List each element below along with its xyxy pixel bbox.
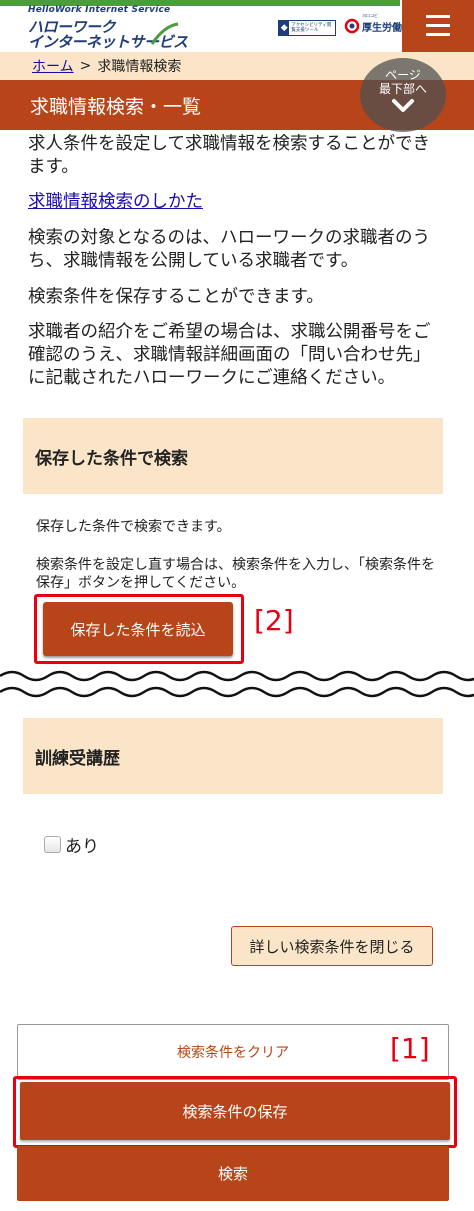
annotation-label-2: [2]: [254, 604, 294, 637]
intro-save-text: 検索条件を保存することができます。: [28, 287, 324, 307]
chevron-down-icon: [392, 99, 414, 112]
breadcrumb-separator: >: [79, 58, 92, 74]
intro-target-text: 検索の対象となるのは、ハローワークの求職者のうち、求職情報を公開している求職者で…: [28, 228, 430, 271]
annotation-label-1: [1]: [390, 1032, 430, 1065]
saved-search-note: 検索条件を設定し直す場合は、検索条件を入力し、「検索条件を保存」ボタンを押してく…: [36, 557, 435, 591]
breadcrumb-current: 求職情報検索: [97, 59, 182, 75]
hamburger-line: [426, 24, 450, 27]
hamburger-menu-button[interactable]: [402, 0, 474, 52]
training-checkbox[interactable]: [44, 836, 61, 853]
clear-conditions-button[interactable]: 検索条件をクリア: [17, 1024, 449, 1080]
ministry-sub: ヨロコビ: [362, 13, 378, 18]
breadcrumb-home-link[interactable]: ホーム: [32, 56, 74, 76]
site-header: HelloWork Internet Service ハローワーク インターネッ…: [0, 0, 474, 52]
jump-label-2: 最下部へ: [378, 82, 427, 96]
hamburger-line: [426, 33, 450, 36]
logo-swoosh-icon: [150, 22, 179, 45]
speaker-icon: ◆: [279, 21, 290, 35]
hamburger-menu-icon: [426, 15, 450, 18]
accessibility-tool-button[interactable]: ◆ アクセシビリティ閲覧支援ツール: [278, 20, 336, 36]
close-detailed-conditions-button[interactable]: 詳しい検索条件を閉じる: [231, 926, 433, 966]
annotation-box-2: [34, 594, 244, 664]
intro-text: 求人条件を設定して求職情報を検索することができます。: [28, 134, 430, 177]
search-button[interactable]: 検索: [17, 1146, 449, 1201]
saved-search-desc: 保存した条件で検索できます。: [36, 519, 231, 535]
accessibility-label: アクセシビリティ閲覧支援ツール: [291, 23, 332, 33]
saved-search-header: 保存した条件で検索: [23, 418, 443, 494]
search-howto-link[interactable]: 求職情報検索のしかた: [28, 188, 203, 213]
training-history-header: 訓練受講歴: [23, 718, 443, 794]
section-break-wave: [0, 670, 474, 698]
ministry-mark-icon: [344, 18, 360, 34]
logo-english: HelloWork Internet Service: [28, 5, 171, 15]
jump-to-bottom-button[interactable]: ページ 最下部へ: [360, 58, 446, 132]
intro-contact-text: 求職者の紹介をご希望の場合は、求職公開番号をご確認のうえ、求職情報詳細画面の「問…: [28, 322, 431, 388]
annotation-box-1: [13, 1076, 457, 1148]
training-checkbox-row[interactable]: あり: [44, 832, 99, 857]
training-checkbox-label[interactable]: あり: [65, 832, 99, 857]
